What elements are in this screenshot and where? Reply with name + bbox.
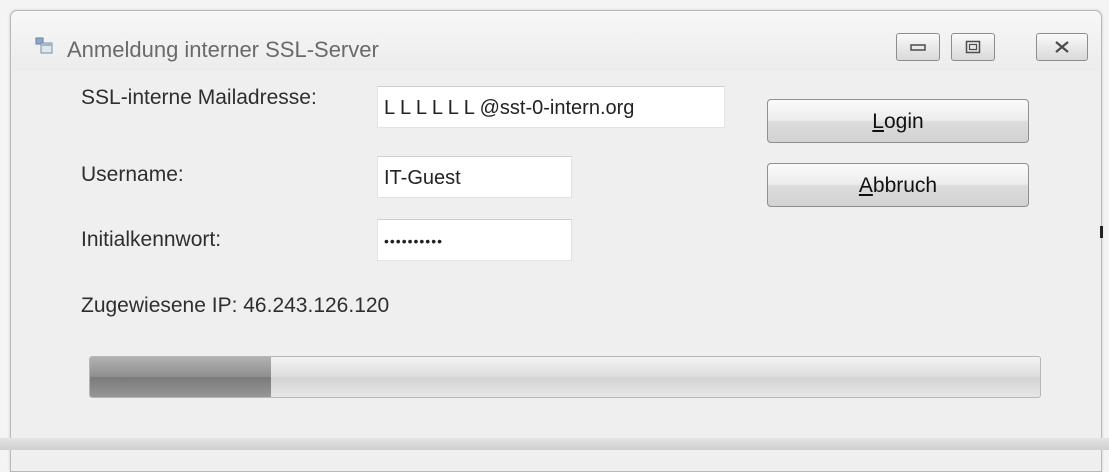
maximize-icon xyxy=(965,40,981,54)
assigned-ip-text: Zugewiesene IP: 46.243.126.120 xyxy=(81,294,390,317)
window-bottom-edge xyxy=(0,438,1109,450)
minimize-icon xyxy=(910,44,926,51)
mail-label: SSL-interne Mailadresse: xyxy=(81,86,317,109)
login-dialog-window: Anmeldung interner SSL-Server SSL-intern… xyxy=(10,10,1102,472)
screen-edge-mark xyxy=(1100,226,1103,238)
window-title: Anmeldung interner SSL-Server xyxy=(67,37,379,62)
mail-field[interactable]: L L L L L L @sst-0-intern.org xyxy=(377,86,725,128)
close-button[interactable] xyxy=(1036,33,1088,61)
username-label: Username: xyxy=(81,163,184,186)
minimize-button[interactable] xyxy=(896,33,940,61)
title-bar[interactable]: Anmeldung interner SSL-Server xyxy=(11,11,1101,71)
progress-fill xyxy=(90,357,271,397)
login-label-rest: ogin xyxy=(883,110,924,133)
maximize-button[interactable] xyxy=(951,33,995,61)
app-window-icon xyxy=(35,37,53,54)
close-icon xyxy=(1055,41,1069,53)
password-field[interactable]: •••••••••• xyxy=(377,219,572,261)
password-label: Initialkennwort: xyxy=(81,228,222,251)
dialog-content: SSL-interne Mailadresse: L L L L L L @ss… xyxy=(11,71,1101,471)
cancel-button[interactable]: Abbruch xyxy=(767,163,1029,207)
username-field[interactable]: IT-Guest xyxy=(377,156,572,198)
cancel-mnemonic: A xyxy=(858,174,873,197)
progress-bar xyxy=(89,356,1041,398)
login-button[interactable]: Login xyxy=(767,99,1029,143)
cancel-label-rest: bbruch xyxy=(872,174,938,197)
login-mnemonic: L xyxy=(872,110,884,133)
